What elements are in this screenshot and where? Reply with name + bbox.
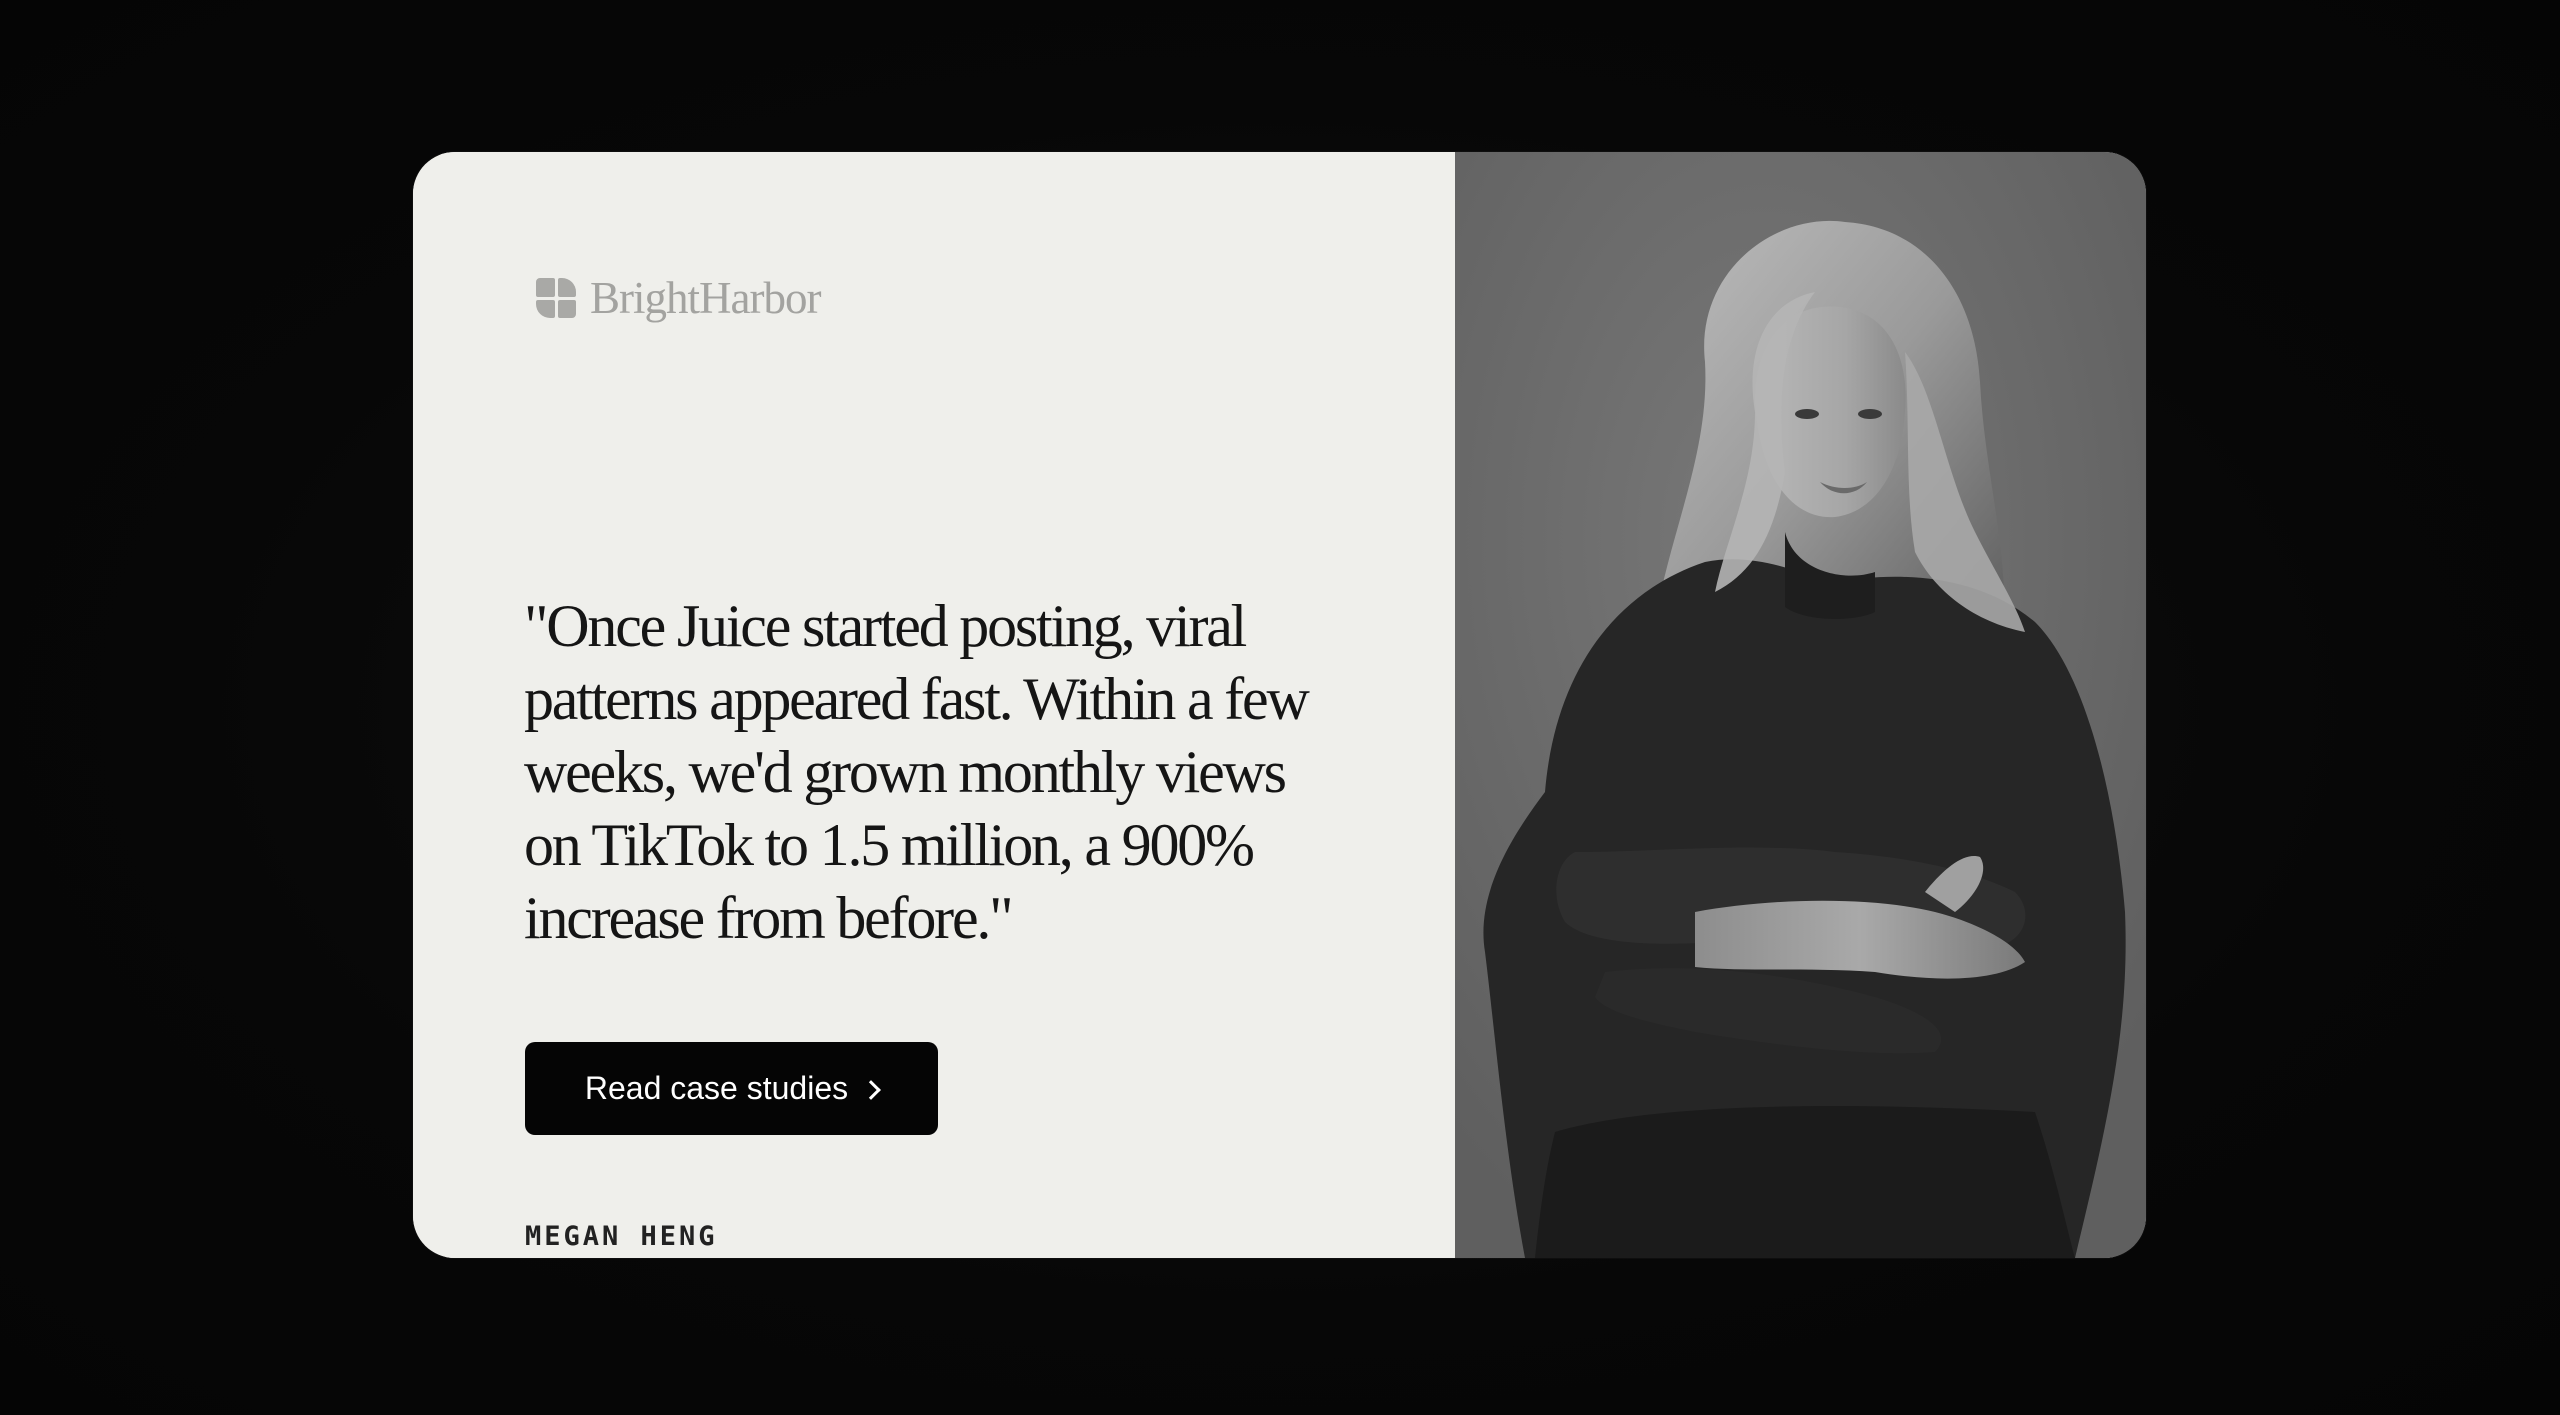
read-case-studies-button[interactable]: Read case studies (525, 1042, 938, 1135)
four-quadrant-logo-icon (536, 278, 576, 318)
author-name: MEGAN HENG (525, 1221, 718, 1252)
read-case-studies-label: Read case studies (584, 1070, 849, 1106)
author-portrait (1455, 152, 2146, 1258)
testimonial-card: BrightHarbor "Once Juice started posting… (413, 152, 2146, 1258)
testimonial-content: BrightHarbor "Once Juice started posting… (413, 152, 1455, 1258)
brand-name: BrightHarbor (590, 273, 821, 323)
portrait-illustration (1455, 152, 2146, 1258)
brand-logo: BrightHarbor (536, 272, 821, 324)
chevron-right-icon (861, 1079, 882, 1100)
testimonial-quote: "Once Juice started posting, viral patte… (524, 593, 1310, 951)
